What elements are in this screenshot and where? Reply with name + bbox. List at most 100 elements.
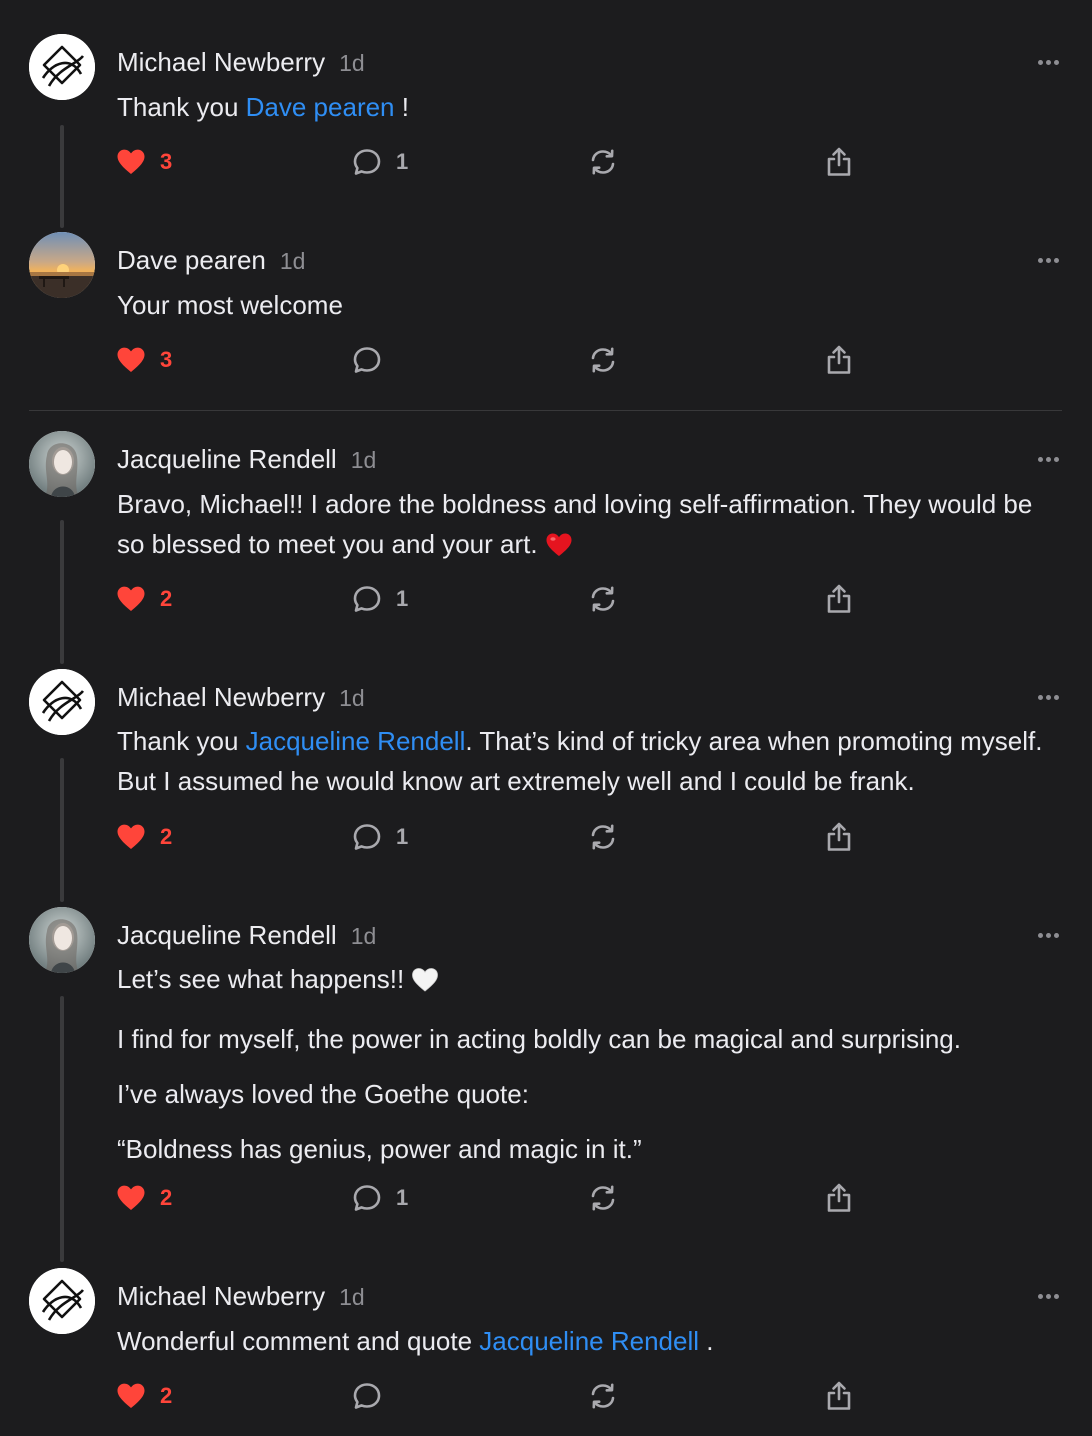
repost-button[interactable] bbox=[588, 581, 618, 617]
repost-button[interactable] bbox=[588, 1180, 618, 1216]
share-icon bbox=[824, 583, 854, 615]
author-name[interactable]: Jacqueline Rendell bbox=[117, 920, 337, 951]
mention-link[interactable]: Jacqueline Rendell bbox=[246, 726, 466, 756]
comment-paragraph: Wonderful comment and quote Jacqueline R… bbox=[117, 1321, 1057, 1361]
share-button[interactable] bbox=[824, 581, 854, 617]
share-button[interactable] bbox=[824, 1180, 854, 1216]
mention-link[interactable]: Dave pearen bbox=[246, 92, 395, 122]
comment-paragraph: I find for myself, the power in acting b… bbox=[117, 1019, 1057, 1059]
comment-text: . bbox=[699, 1326, 714, 1356]
portrait-photo-avatar[interactable] bbox=[29, 907, 95, 973]
author-name[interactable]: Jacqueline Rendell bbox=[117, 444, 337, 475]
comment-text: Thank you bbox=[117, 726, 246, 756]
reply-button[interactable]: 1 bbox=[352, 581, 408, 617]
share-button[interactable] bbox=[824, 342, 854, 378]
more-options-icon[interactable] bbox=[1030, 690, 1066, 704]
repost-icon bbox=[588, 345, 618, 375]
share-button[interactable] bbox=[824, 819, 854, 855]
repost-icon bbox=[588, 822, 618, 852]
comment-text: Your most welcome bbox=[117, 290, 343, 320]
reply-button[interactable]: 1 bbox=[352, 144, 408, 180]
reply-count: 1 bbox=[396, 586, 409, 611]
repost-icon bbox=[588, 1381, 618, 1411]
logo-avatar[interactable] bbox=[29, 669, 95, 735]
like-count: 3 bbox=[160, 149, 173, 174]
comment-body: Bravo, Michael!! I adore the boldness an… bbox=[117, 484, 1057, 569]
more-options-icon[interactable] bbox=[1030, 55, 1066, 69]
comment-actions: 21 bbox=[0, 1180, 1092, 1216]
comment-body: Thank you Jacqueline Rendell. That’s kin… bbox=[117, 721, 1057, 801]
reply-icon bbox=[352, 147, 382, 177]
comment-body: Thank you Dave pearen ! bbox=[117, 87, 1057, 127]
repost-button[interactable] bbox=[588, 819, 618, 855]
like-button[interactable]: 3 bbox=[116, 342, 172, 378]
comment-paragraph: I’ve always loved the Goethe quote: bbox=[117, 1074, 1057, 1114]
white-heart-emoji bbox=[411, 964, 439, 1004]
portrait-photo-avatar[interactable] bbox=[29, 431, 95, 497]
comment-header: Jacqueline Rendell 1d bbox=[117, 920, 376, 950]
author-name[interactable]: Michael Newberry bbox=[117, 682, 325, 713]
more-options-icon[interactable] bbox=[1030, 1289, 1066, 1303]
more-options-icon[interactable] bbox=[1030, 253, 1066, 267]
share-button[interactable] bbox=[824, 1378, 854, 1414]
comment-actions: 21 bbox=[0, 581, 1092, 617]
comment-header: Michael Newberry 1d bbox=[117, 1281, 365, 1311]
heart-icon bbox=[116, 1184, 146, 1212]
heart-icon bbox=[116, 823, 146, 851]
like-button[interactable]: 2 bbox=[116, 581, 172, 617]
more-options-icon[interactable] bbox=[1030, 452, 1066, 466]
mention-link[interactable]: Jacqueline Rendell bbox=[479, 1326, 699, 1356]
comment-text: Thank you bbox=[117, 92, 246, 122]
red-heart-emoji bbox=[545, 529, 573, 569]
comment-body: Your most welcome bbox=[117, 285, 1057, 325]
repost-button[interactable] bbox=[588, 1378, 618, 1414]
like-count: 2 bbox=[160, 1383, 173, 1408]
reply-count: 1 bbox=[396, 1185, 409, 1210]
logo-avatar[interactable] bbox=[29, 1268, 95, 1334]
like-count: 2 bbox=[160, 586, 173, 611]
comment-text: “Boldness has genius, power and magic in… bbox=[117, 1134, 642, 1164]
comment-actions: 21 bbox=[0, 819, 1092, 855]
repost-button[interactable] bbox=[588, 144, 618, 180]
reply-button[interactable]: 1 bbox=[352, 1180, 408, 1216]
logo-avatar[interactable] bbox=[29, 34, 95, 100]
comment-header: Dave pearen 1d bbox=[117, 245, 305, 275]
reply-count: 1 bbox=[396, 824, 409, 849]
reply-icon bbox=[352, 584, 382, 614]
reply-button[interactable]: 1 bbox=[352, 819, 408, 855]
reply-icon bbox=[352, 1381, 382, 1411]
comment-actions: 31 bbox=[0, 144, 1092, 180]
author-name[interactable]: Michael Newberry bbox=[117, 1281, 325, 1312]
like-count: 2 bbox=[160, 824, 173, 849]
share-button[interactable] bbox=[824, 144, 854, 180]
like-button[interactable]: 3 bbox=[116, 144, 172, 180]
reply-button[interactable] bbox=[352, 1378, 382, 1414]
sunset-photo-avatar[interactable] bbox=[29, 232, 95, 298]
comment-text: Wonderful comment and quote bbox=[117, 1326, 480, 1356]
heart-icon bbox=[116, 346, 146, 374]
more-options-icon[interactable] bbox=[1030, 928, 1066, 942]
comment-body: Let’s see what happens!! I find for myse… bbox=[117, 959, 1057, 1169]
like-button[interactable]: 2 bbox=[116, 1180, 172, 1216]
reply-icon bbox=[352, 1183, 382, 1213]
author-name[interactable]: Dave pearen bbox=[117, 245, 266, 276]
reply-button[interactable] bbox=[352, 342, 382, 378]
author-name[interactable]: Michael Newberry bbox=[117, 47, 325, 78]
comment-paragraph: Bravo, Michael!! I adore the boldness an… bbox=[117, 484, 1057, 569]
timestamp: 1d bbox=[339, 1284, 365, 1310]
heart-icon bbox=[116, 148, 146, 176]
like-button[interactable]: 2 bbox=[116, 819, 172, 855]
comment-actions: 3 bbox=[0, 342, 1092, 378]
reply-icon bbox=[352, 345, 382, 375]
repost-button[interactable] bbox=[588, 342, 618, 378]
comment-paragraph: Thank you Jacqueline Rendell. That’s kin… bbox=[117, 721, 1057, 801]
like-count: 3 bbox=[160, 347, 173, 372]
thread-line bbox=[60, 996, 64, 1262]
like-button[interactable]: 2 bbox=[116, 1378, 172, 1414]
timestamp: 1d bbox=[339, 685, 365, 711]
timestamp: 1d bbox=[350, 923, 377, 949]
reply-count: 1 bbox=[396, 149, 409, 174]
reply-icon bbox=[352, 822, 382, 852]
comment-body: Wonderful comment and quote Jacqueline R… bbox=[117, 1321, 1057, 1361]
repost-icon bbox=[588, 584, 618, 614]
